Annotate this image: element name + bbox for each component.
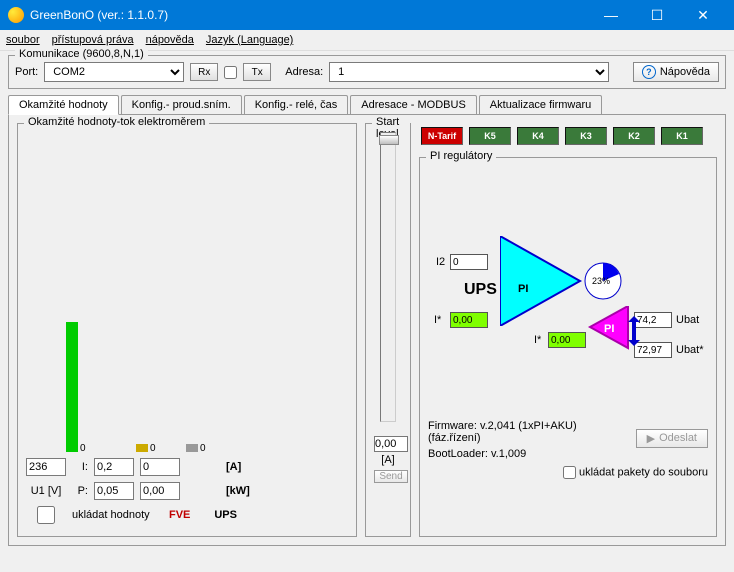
indicator-N-Tarif: N-Tarif [421, 127, 463, 145]
indicator-K1: K1 [661, 127, 703, 145]
indicator-K4: K4 [517, 127, 559, 145]
rxtx-checkbox[interactable] [224, 66, 237, 79]
indicator-K2: K2 [613, 127, 655, 145]
tabs: Okamžité hodnoty Konfig.- proud.sním. Ko… [8, 95, 726, 114]
bar-2: 0 [136, 444, 148, 452]
start-level-value[interactable] [374, 436, 408, 452]
adresa-select[interactable]: 1 [329, 62, 609, 82]
start-level-slider[interactable] [380, 132, 396, 422]
pct-label: 23% [592, 276, 610, 286]
port-select[interactable]: COM2 [44, 62, 184, 82]
adresa-label: Adresa: [285, 66, 323, 78]
istar-label: I* [434, 314, 441, 326]
istar2-value: 0,00 [548, 332, 586, 348]
i-label: I: [72, 461, 88, 473]
send-button[interactable]: Send [374, 470, 408, 483]
maximize-button[interactable]: ☐ [634, 0, 680, 30]
values-legend: Okamžité hodnoty-tok elektroměrem [24, 116, 209, 128]
start-level-group: Start level [A] Send [365, 123, 411, 537]
close-button[interactable]: ✕ [680, 0, 726, 30]
firmware-text: Firmware: v.2,041 (1xPI+AKU) (fáz.řízení… [428, 420, 628, 444]
u1-label: U1 [V] [26, 485, 66, 497]
ubat-label: Ubat [676, 314, 699, 326]
fve-label: FVE [160, 509, 200, 521]
app-icon [8, 7, 24, 23]
tab-konfig-rele[interactable]: Konfig.- relé, čas [244, 95, 349, 114]
arrow-icon [628, 316, 640, 346]
indicators-row: N-Tarif K5 K4 K3 K2 K1 [419, 123, 717, 151]
p-unit: [kW] [226, 485, 250, 497]
istar2-label: I* [534, 334, 541, 346]
pi-regulators-group: PI regulátory I2 0 UPS PI 23% I* 0,00 I*… [419, 157, 717, 537]
communication-group: Komunikace (9600,8,N,1) Port: COM2 Rx Tx… [8, 55, 726, 89]
values-group: Okamžité hodnoty-tok elektroměrem 0 0 0 … [17, 123, 357, 537]
window-title: GreenBonO (ver.: 1.1.0.7) [30, 8, 588, 22]
help-button[interactable]: Nápověda [633, 62, 719, 82]
menu-soubor[interactable]: soubor [6, 34, 40, 46]
svg-text:PI: PI [518, 283, 528, 295]
tab-firmware[interactable]: Aktualizace firmwaru [479, 95, 602, 114]
bootloader-text: BootLoader: v.1,009 [428, 448, 628, 460]
tab-okamzite[interactable]: Okamžité hodnoty [8, 95, 119, 115]
save-packets-checkbox[interactable] [563, 466, 576, 479]
tab-content: Okamžité hodnoty-tok elektroměrem 0 0 0 … [8, 114, 726, 546]
i2-label: I2 [436, 256, 445, 268]
minimize-button[interactable]: — [588, 0, 634, 30]
odeslat-button[interactable]: ▶ Odeslat [636, 429, 708, 448]
tx-button[interactable]: Tx [243, 63, 271, 81]
istar-value: 0,00 [450, 312, 488, 328]
save-values-checkbox[interactable] [26, 506, 66, 524]
bar-3: 0 [186, 444, 198, 452]
pi-triangle-1: PI [500, 236, 590, 326]
bar-1: 0 [66, 322, 78, 452]
i-fve-input[interactable] [94, 458, 134, 476]
save-values-label: ukládat hodnoty [72, 509, 150, 521]
svg-text:PI: PI [604, 323, 614, 335]
indicator-K3: K3 [565, 127, 607, 145]
tab-konfig-proud[interactable]: Konfig.- proud.sním. [121, 95, 242, 114]
menu-napoveda[interactable]: nápověda [146, 34, 194, 46]
i-unit: [A] [226, 461, 241, 473]
pi-legend: PI regulátory [426, 150, 496, 162]
p-label: P: [72, 485, 88, 497]
save-packets-label: ukládat pakety do souboru [579, 466, 708, 478]
bars-area: 0 0 0 [26, 132, 348, 452]
indicator-K5: K5 [469, 127, 511, 145]
titlebar: GreenBonO (ver.: 1.1.0.7) — ☐ ✕ [0, 0, 734, 30]
ups-label: UPS [206, 509, 246, 521]
u1-input[interactable] [26, 458, 66, 476]
p-fve-input[interactable] [94, 482, 134, 500]
menu-prava[interactable]: přístupová práva [52, 34, 134, 46]
tab-modbus[interactable]: Adresace - MODBUS [350, 95, 477, 114]
p-ups-input[interactable] [140, 482, 180, 500]
rx-button[interactable]: Rx [190, 63, 218, 81]
start-level-unit: [A] [374, 454, 402, 466]
ubatstar-label: Ubat* [676, 344, 704, 356]
ups-text: UPS [464, 281, 497, 299]
port-label: Port: [15, 66, 38, 78]
send-icon: ▶ [647, 432, 655, 445]
menu-jazyk[interactable]: Jazyk (Language) [206, 34, 293, 46]
i-ups-input[interactable] [140, 458, 180, 476]
right-column: N-Tarif K5 K4 K3 K2 K1 PI regulátory I2 0 UPS… [419, 123, 717, 537]
comm-legend: Komunikace (9600,8,N,1) [15, 48, 148, 60]
i2-value: 0 [450, 254, 488, 270]
